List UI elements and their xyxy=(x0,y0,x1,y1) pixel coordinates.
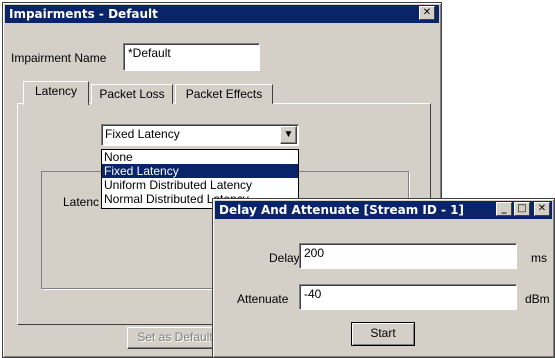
minimize-icon: _ xyxy=(501,203,507,214)
attenuate-unit-label: dBm xyxy=(525,292,550,306)
tab-packet-effects-label: Packet Effects xyxy=(185,87,263,101)
tab-latency-label: Latency xyxy=(34,84,78,98)
set-as-default-button[interactable]: Set as Default xyxy=(127,327,223,349)
latency-type-selected: Fixed Latency xyxy=(105,127,180,141)
dropdown-option-none[interactable]: None xyxy=(102,150,298,164)
delay-label: Delay xyxy=(269,251,300,265)
latency-label: Latenc xyxy=(63,195,100,209)
close-icon: ✕ xyxy=(422,7,432,18)
impairment-name-label: Impairment Name xyxy=(11,51,107,65)
attenuate-input[interactable]: -40 xyxy=(299,284,517,310)
maximize-icon: □ xyxy=(517,203,527,214)
delay-unit-label: ms xyxy=(531,251,547,265)
maximize-button[interactable]: □ xyxy=(514,202,530,216)
impairments-title: Impairments - Default xyxy=(9,7,158,21)
tab-packet-effects[interactable]: Packet Effects xyxy=(175,84,273,104)
latency-dropdown-button[interactable]: ▼ xyxy=(280,126,297,144)
minimize-button[interactable]: _ xyxy=(496,202,512,216)
impairment-name-input[interactable]: *Default xyxy=(123,43,260,71)
attenuate-label: Attenuate xyxy=(237,292,289,306)
delay-close-button[interactable]: ✕ xyxy=(534,202,550,216)
dropdown-option-fixed-latency[interactable]: Fixed Latency xyxy=(102,164,298,178)
set-as-default-label: Set as Default xyxy=(137,330,213,344)
dropdown-option-uniform-distributed[interactable]: Uniform Distributed Latency xyxy=(102,178,298,192)
latency-type-select[interactable]: Fixed Latency ▼ xyxy=(101,124,299,146)
impairments-titlebar[interactable]: Impairments - Default xyxy=(5,5,439,23)
delay-attenuate-window: Delay And Attenuate [Stream ID - 1] _ □ … xyxy=(212,198,555,358)
start-label: Start xyxy=(370,326,396,340)
delay-attenuate-title: Delay And Attenuate [Stream ID - 1] xyxy=(219,203,464,217)
tab-packet-loss[interactable]: Packet Loss xyxy=(91,84,173,104)
chevron-down-icon: ▼ xyxy=(283,129,294,140)
close-icon: ✕ xyxy=(537,203,547,214)
tab-latency[interactable]: Latency xyxy=(23,81,89,105)
tab-packet-loss-label: Packet Loss xyxy=(99,87,165,101)
impairments-close-button[interactable]: ✕ xyxy=(419,6,435,20)
start-button[interactable]: Start xyxy=(351,322,415,346)
delay-input[interactable]: 200 xyxy=(299,243,517,269)
